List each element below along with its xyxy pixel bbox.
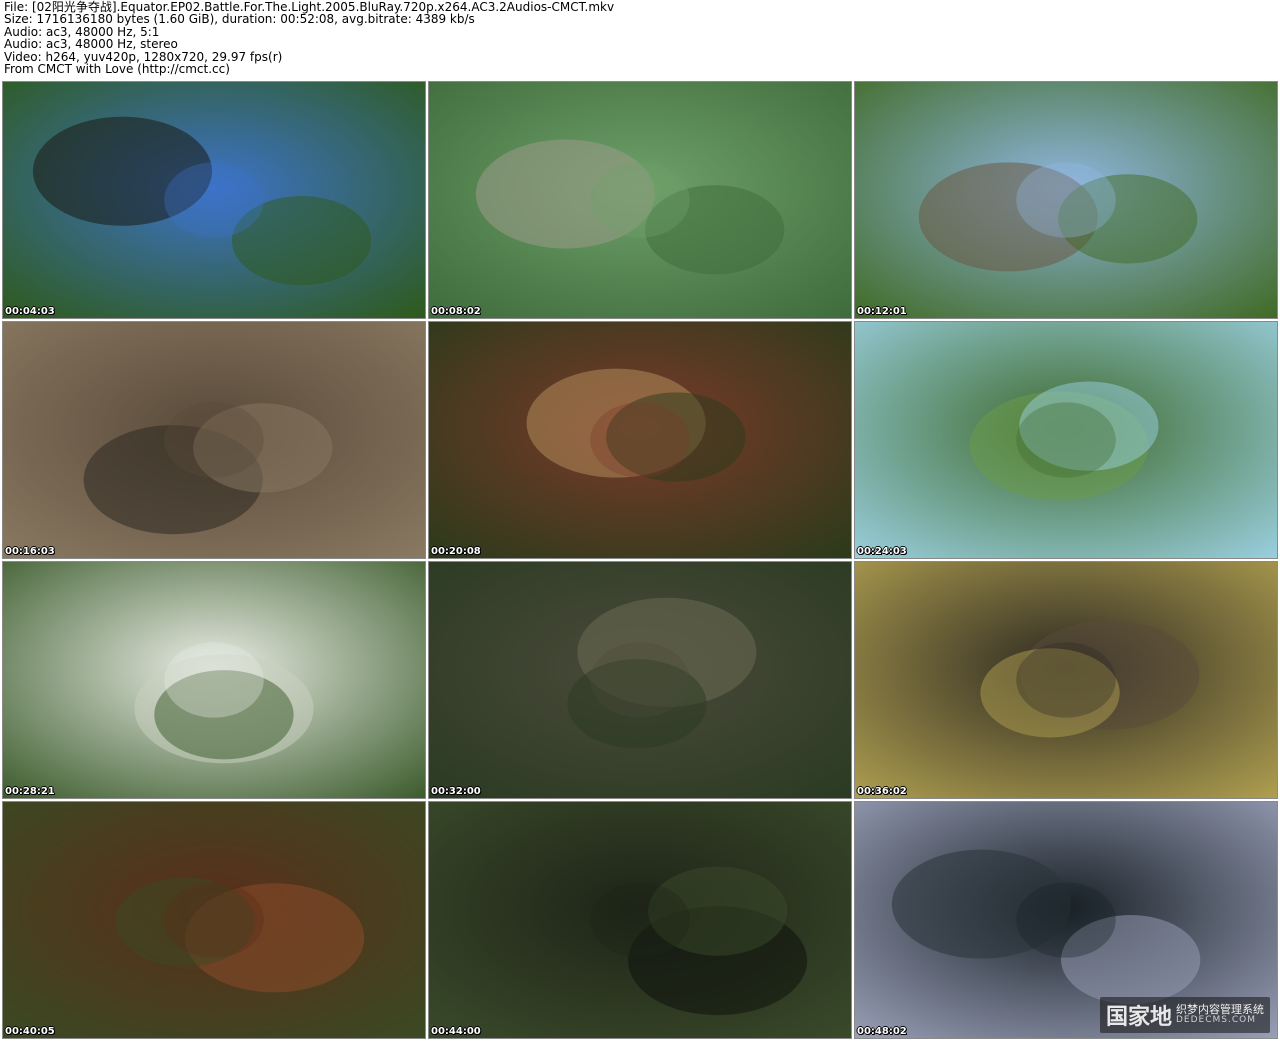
video-thumbnail: 00:04:03 xyxy=(2,81,426,319)
watermark-logo: 国家地 织梦内容管理系统 DEDECMS.COM xyxy=(1099,997,1270,1033)
thumbnail-timestamp: 00:08:02 xyxy=(431,306,481,317)
video-thumbnail: 00:16:03 xyxy=(2,321,426,559)
watermark-sub-text: 织梦内容管理系统 xyxy=(1176,1003,1264,1016)
thumbnail-image xyxy=(429,82,851,318)
watermark-url-text: DEDECMS.COM xyxy=(1176,1015,1256,1025)
thumbnail-image xyxy=(429,802,851,1038)
video-thumbnail: 00:08:02 xyxy=(428,81,852,319)
thumbnail-image xyxy=(855,562,1277,798)
thumbnail-timestamp: 00:04:03 xyxy=(5,306,55,317)
thumbnail-timestamp: 00:40:05 xyxy=(5,1026,55,1037)
thumbnail-timestamp: 00:12:01 xyxy=(857,306,907,317)
video-thumbnail: 00:32:00 xyxy=(428,561,852,799)
thumbnail-timestamp: 00:20:08 xyxy=(431,546,481,557)
thumbnail-grid: 00:04:03 00:08:02 00:12:01 00:16:03 00:20:08… xyxy=(0,0,1280,1041)
video-thumbnail: 00:12:01 xyxy=(854,81,1278,319)
video-thumbnail: 00:40:05 xyxy=(2,801,426,1039)
thumbnail-timestamp: 00:48:02 xyxy=(857,1026,907,1037)
video-thumbnail: 00:20:08 xyxy=(428,321,852,559)
thumbnail-image xyxy=(855,82,1277,318)
thumbnail-image xyxy=(429,562,851,798)
thumbnail-image xyxy=(429,322,851,558)
thumbnail-timestamp: 00:24:03 xyxy=(857,546,907,557)
video-thumbnail: 00:36:02 xyxy=(854,561,1278,799)
video-thumbnail: 00:24:03 xyxy=(854,321,1278,559)
thumbnail-image xyxy=(855,322,1277,558)
thumbnail-timestamp: 00:28:21 xyxy=(5,786,55,797)
thumbnail-image xyxy=(3,562,425,798)
thumbnail-image xyxy=(3,82,425,318)
thumbnail-timestamp: 00:16:03 xyxy=(5,546,55,557)
thumbnail-timestamp: 00:44:00 xyxy=(431,1026,481,1037)
video-thumbnail: 00:28:21 xyxy=(2,561,426,799)
thumbnail-image xyxy=(3,802,425,1038)
watermark-main-text: 国家地 xyxy=(1105,1004,1172,1030)
thumbnail-image xyxy=(3,322,425,558)
thumbnail-timestamp: 00:36:02 xyxy=(857,786,907,797)
thumbnail-timestamp: 00:32:00 xyxy=(431,786,481,797)
video-thumbnail: 00:44:00 xyxy=(428,801,852,1039)
